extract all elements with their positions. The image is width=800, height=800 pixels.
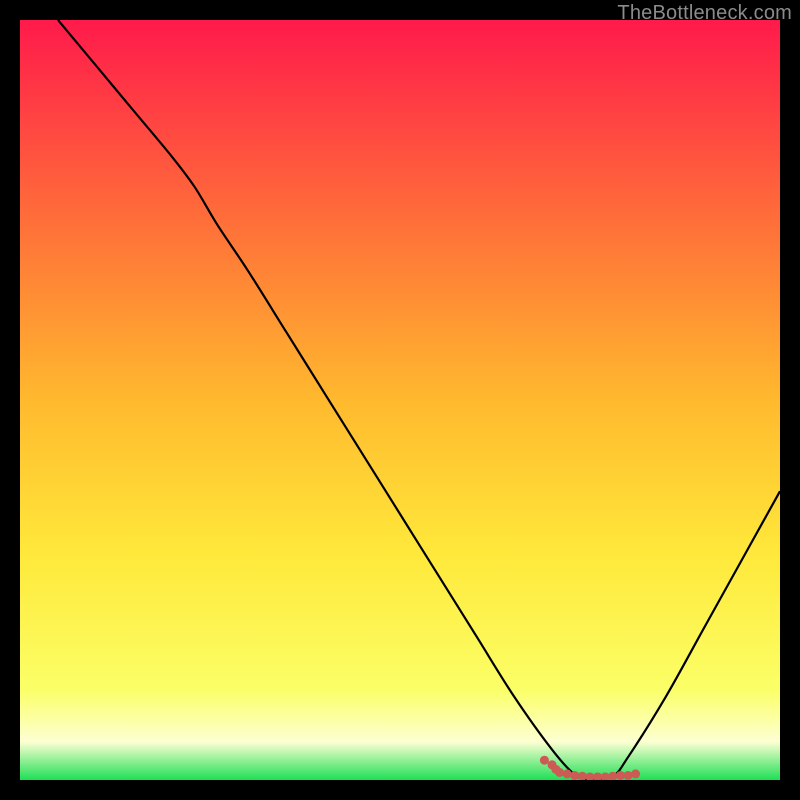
marker-dot: [570, 771, 579, 780]
marker-dot: [563, 769, 572, 778]
watermark-text: TheBottleneck.com: [617, 2, 792, 25]
chart-background: [20, 20, 780, 780]
marker-dot: [555, 768, 564, 777]
chart-frame: [20, 20, 780, 780]
chart-canvas: [20, 20, 780, 780]
marker-dot: [631, 769, 640, 778]
marker-dot: [540, 756, 549, 765]
marker-dot: [624, 771, 633, 780]
